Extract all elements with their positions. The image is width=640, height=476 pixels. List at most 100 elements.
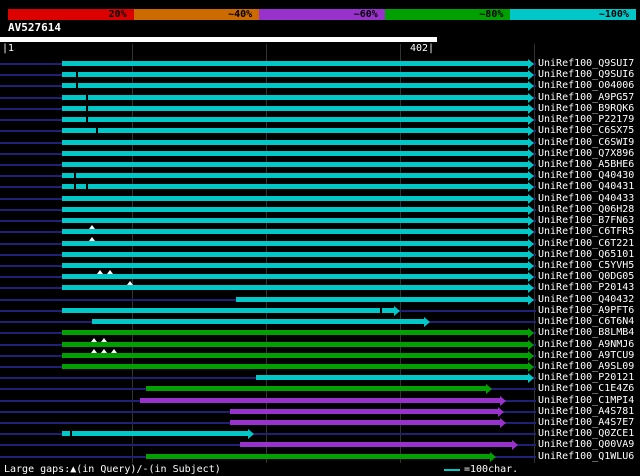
hit-label[interactable]: UniRef100_A4S781 [538, 406, 634, 417]
hsp-bar[interactable] [146, 453, 490, 459]
hsp-bar[interactable] [62, 341, 528, 347]
hit-label[interactable]: UniRef100_C5YVH5 [538, 260, 634, 271]
hsp-bar[interactable] [92, 319, 424, 325]
ruler-end-label: 402| [410, 43, 435, 54]
hsp-bar[interactable] [62, 105, 528, 111]
hsp-bar[interactable] [62, 240, 528, 246]
hsp-bar[interactable] [240, 442, 512, 448]
hit-label[interactable]: UniRef100_C6SX75 [538, 125, 634, 136]
hsp-bar[interactable] [62, 139, 528, 145]
hit-label[interactable]: UniRef100_Q40431 [538, 181, 634, 192]
hit-label[interactable]: UniRef100_Q1WLU6 [538, 451, 634, 462]
hsp-bar[interactable] [140, 397, 500, 403]
hsp-bar[interactable] [62, 431, 248, 437]
hsp-bar[interactable] [62, 173, 528, 179]
hsp-bar[interactable] [236, 296, 528, 302]
hit-label[interactable]: UniRef100_Q9SUI6 [538, 69, 634, 80]
hit-label[interactable]: UniRef100_B9RQK6 [538, 103, 634, 114]
hsp-bar[interactable] [230, 408, 498, 414]
hsp-bar[interactable] [62, 117, 528, 123]
hit-label[interactable]: UniRef100_C6T221 [538, 238, 634, 249]
arrowhead-icon [528, 204, 534, 215]
hsp-bar[interactable] [62, 150, 528, 156]
hsp-bar[interactable] [256, 375, 528, 381]
hit-label[interactable]: UniRef100_A9NMJ6 [538, 339, 634, 350]
identity-scale-segment: ~80% [384, 9, 511, 20]
hsp-bar[interactable] [62, 61, 528, 66]
hit-label[interactable]: UniRef100_Q65101 [538, 249, 634, 260]
hit-label[interactable]: UniRef100_A9SL09 [538, 361, 634, 372]
hsp-bar[interactable] [62, 161, 528, 167]
hit-label[interactable]: UniRef100_C6SWI9 [538, 137, 634, 148]
hsp-bar[interactable] [62, 262, 528, 268]
hit-label[interactable]: UniRef100_Q0DG05 [538, 271, 634, 282]
ruler-start-label: |1 [2, 43, 15, 54]
alignment-row: UniRef100_O04006 [0, 80, 640, 92]
alignment-row: UniRef100_Q0DG05 [0, 270, 640, 283]
subject-gap-mark [74, 184, 76, 190]
hit-label[interactable]: UniRef100_C6T6N4 [538, 316, 634, 327]
hit-label[interactable]: UniRef100_C1E4Z6 [538, 383, 634, 394]
hit-label[interactable]: UniRef100_B8LMB4 [538, 327, 634, 338]
hsp-bar[interactable] [62, 94, 528, 100]
alignment-row: UniRef100_Q9SUI6 [0, 69, 640, 81]
arrowhead-icon [528, 339, 534, 350]
hsp-bar[interactable] [62, 307, 394, 313]
hit-label[interactable]: UniRef100_Q40432 [538, 294, 634, 305]
hsp-bar[interactable] [62, 218, 528, 224]
hsp-bar[interactable] [62, 285, 528, 291]
arrowhead-icon [528, 70, 534, 81]
hit-label[interactable]: UniRef100_B7FN63 [538, 215, 634, 226]
scale-line-icon [444, 469, 460, 471]
hit-label[interactable]: UniRef100_P22179 [538, 114, 634, 125]
arrowhead-icon [528, 193, 534, 204]
hsp-bar[interactable] [62, 229, 528, 235]
hit-label[interactable]: UniRef100_O04006 [538, 80, 634, 91]
arrowhead-icon [528, 137, 534, 148]
hit-label[interactable]: UniRef100_A9TCU9 [538, 350, 634, 361]
arrowhead-icon [528, 216, 534, 227]
identity-scale-bar: 20% ~40% ~60% ~80% ~100% [8, 9, 636, 20]
hit-label[interactable]: UniRef100_Q40433 [538, 193, 634, 204]
hsp-bar[interactable] [230, 420, 500, 426]
hsp-bar[interactable] [62, 128, 528, 134]
arrowhead-icon [528, 227, 534, 238]
hit-label[interactable]: UniRef100_A5BHE6 [538, 159, 634, 170]
hsp-bar[interactable] [62, 251, 528, 257]
hit-label[interactable]: UniRef100_A4S7E7 [538, 417, 634, 428]
hit-label[interactable]: UniRef100_Q9SUI7 [538, 58, 634, 69]
hsp-bar[interactable] [62, 72, 528, 78]
hsp-bar[interactable] [62, 206, 528, 212]
alignment-row: UniRef100_Q9SUI7 [0, 58, 640, 69]
arrowhead-icon [528, 272, 534, 283]
hsp-bar[interactable] [62, 184, 528, 190]
alignment-row: UniRef100_C6TFR5 [0, 225, 640, 238]
hit-label[interactable]: UniRef100_A9PFT6 [538, 305, 634, 316]
hit-label[interactable]: UniRef100_P20121 [538, 372, 634, 383]
hsp-bar[interactable] [62, 274, 528, 280]
hsp-bar[interactable] [62, 195, 528, 201]
hit-label[interactable]: UniRef100_A9PG57 [538, 92, 634, 103]
hit-label[interactable]: UniRef100_Q06H28 [538, 204, 634, 215]
hsp-bar[interactable] [62, 330, 528, 336]
alignment-row: UniRef100_A5BHE6 [0, 159, 640, 170]
alignment-row: UniRef100_A9PFT6 [0, 305, 640, 316]
hit-label[interactable]: UniRef100_P20143 [538, 282, 634, 293]
identity-scale-segment: 20% [8, 9, 134, 20]
hit-label[interactable]: UniRef100_Q7X896 [538, 148, 634, 159]
hit-label[interactable]: UniRef100_C6TFR5 [538, 226, 634, 237]
hsp-bar[interactable] [62, 352, 528, 358]
hsp-bar[interactable] [62, 363, 528, 369]
hsp-bar[interactable] [146, 386, 486, 392]
hit-label[interactable]: UniRef100_Q40430 [538, 170, 634, 181]
hit-label[interactable]: UniRef100_C1MPI4 [538, 395, 634, 406]
query-gap-triangle-icon [91, 348, 97, 353]
alignment-row: UniRef100_Q40431 [0, 181, 640, 193]
hit-label[interactable]: UniRef100_Q00VA9 [538, 439, 634, 450]
hit-label[interactable]: UniRef100_Q0ZCE1 [538, 428, 634, 439]
arrowhead-icon [528, 81, 534, 92]
ruler: |1 402| [0, 43, 640, 55]
subject-gap-mark [86, 184, 88, 190]
hsp-bar[interactable] [62, 83, 528, 89]
query-gap-triangle-icon [91, 337, 97, 342]
